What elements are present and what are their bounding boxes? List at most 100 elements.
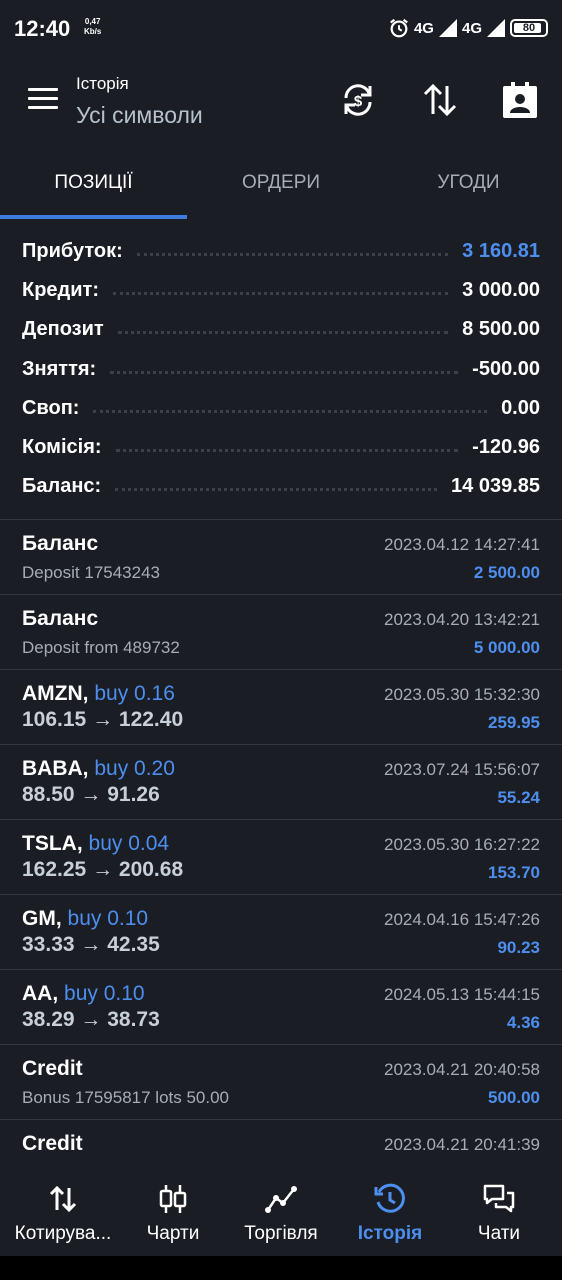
tabs: ПОЗИЦІЇ ОРДЕРИ УГОДИ — [0, 152, 562, 220]
dotted-leader — [113, 292, 449, 296]
system-navigation-bar — [0, 1256, 562, 1280]
item-date: 2023.04.21 20:41:39 — [384, 1135, 540, 1154]
sort-icon[interactable] — [420, 80, 460, 120]
list-item[interactable]: AMZN, buy 0.16 106.15 → 122.40 2023.05.3… — [0, 670, 562, 745]
item-title: GM, buy 0.10 — [22, 907, 148, 931]
candlestick-chart-icon — [156, 1182, 190, 1216]
item-symbol: GM, — [22, 907, 62, 930]
nav-item-quotes[interactable]: Котирува... — [7, 1172, 119, 1256]
summary-value: 3 000.00 — [462, 279, 540, 302]
contact-card-icon[interactable] — [500, 80, 540, 120]
menu-icon[interactable] — [28, 88, 58, 112]
nav-item-chats[interactable]: Чати — [443, 1172, 555, 1256]
item-side: buy 0.20 — [94, 757, 175, 780]
nav-label: Історія — [357, 1223, 423, 1244]
nav-item-charts[interactable]: Чарти — [117, 1172, 229, 1256]
dotted-leader — [110, 370, 459, 374]
alarm-icon — [388, 17, 410, 39]
item-amount: 5 000.00 — [473, 638, 540, 657]
nav-item-history[interactable]: Історія — [334, 1172, 446, 1256]
network-type-2: 4G — [461, 19, 482, 37]
history-clock-icon — [373, 1182, 407, 1216]
list-item[interactable]: GM, buy 0.10 33.33 → 42.35 2024.04.16 15… — [0, 895, 562, 970]
network-speed-value: 0,47 — [84, 17, 101, 26]
item-title: Credit — [22, 1057, 83, 1080]
summary-row-profit: Прибуток: 3 160.81 — [0, 232, 562, 271]
summary-value: 0.00 — [501, 396, 540, 419]
item-date: 2023.04.20 13:42:21 — [384, 610, 540, 629]
item-title: TSLA, buy 0.04 — [22, 832, 169, 856]
summary-row-deposit: Депозит 8 500.00 — [0, 310, 562, 349]
summary-label: Зняття: — [22, 357, 97, 380]
list-item[interactable]: AA, buy 0.10 38.29 → 38.73 2024.05.13 15… — [0, 970, 562, 1045]
item-title: Credit — [22, 1132, 83, 1155]
item-comment: Deposit 17543243 — [22, 563, 161, 582]
summary-panel: Прибуток: 3 160.81 Кредит: 3 000.00 Депо… — [0, 232, 562, 506]
dotted-leader — [115, 449, 459, 453]
nav-label: Торгівля — [244, 1223, 318, 1244]
app-bar: Історія Усі символи $ — [0, 58, 562, 152]
item-prices: 162.25 → 200.68 — [22, 858, 184, 881]
summary-value: 14 039.85 — [451, 475, 540, 498]
list-item[interactable]: BABA, buy 0.20 88.50 → 91.26 2023.07.24 … — [0, 745, 562, 820]
signal-icon — [486, 18, 506, 38]
item-amount: 153.70 — [488, 863, 540, 882]
dotted-leader — [93, 409, 488, 413]
item-symbol: TSLA, — [22, 832, 83, 855]
item-amount: 4.36 — [506, 1013, 540, 1032]
item-title: AMZN, buy 0.16 — [22, 682, 175, 706]
svg-text:$: $ — [354, 93, 363, 110]
summary-row-balance: Баланс: 14 039.85 — [0, 467, 562, 506]
summary-value: -500.00 — [472, 357, 540, 380]
screen: 12:40 0,47 Kb/s 4G 4G 80 Історія Усі сим… — [0, 0, 562, 1280]
battery-level: 80 — [522, 22, 536, 34]
page-subtitle: Історія — [76, 74, 129, 93]
summary-value: 8 500.00 — [462, 318, 540, 341]
item-side: buy 0.10 — [67, 907, 149, 930]
item-amount: 259.95 — [488, 713, 540, 732]
list-item[interactable]: Credit Bonus 17595817 lots 50.00 2023.04… — [0, 1045, 562, 1120]
chat-bubbles-icon — [482, 1182, 516, 1216]
nav-label: Чати — [477, 1223, 521, 1244]
trade-line-chart-icon — [264, 1182, 298, 1216]
item-comment: Deposit from 489732 — [22, 638, 180, 657]
item-prices: 38.29 → 38.73 — [22, 1008, 160, 1031]
item-date: 2024.05.13 15:44:15 — [384, 985, 540, 1004]
nav-item-trade[interactable]: Торгівля — [225, 1172, 337, 1256]
summary-label: Комісія: — [22, 436, 102, 459]
list-item[interactable]: Баланс Deposit 17543243 2023.04.12 14:27… — [0, 520, 562, 595]
history-list: Баланс Deposit 17543243 2023.04.12 14:27… — [0, 520, 562, 1195]
summary-label: Баланс: — [22, 475, 102, 498]
item-amount: 55.24 — [497, 788, 540, 807]
summary-row-swap: Своп: 0.00 — [0, 389, 562, 428]
summary-row-withdrawal: Зняття: -500.00 — [0, 350, 562, 389]
summary-row-commission: Комісія: -120.96 — [0, 428, 562, 467]
item-title: Баланс — [22, 532, 99, 555]
network-type-1: 4G — [413, 19, 434, 37]
status-time: 12:40 — [14, 16, 71, 41]
item-date: 2024.04.16 15:47:26 — [384, 910, 540, 929]
sync-currency-icon[interactable]: $ — [338, 80, 378, 120]
item-comment: Bonus 17595817 lots 50.00 — [22, 1088, 230, 1107]
item-symbol: AA, — [22, 982, 59, 1005]
item-date: 2023.07.24 15:56:07 — [384, 760, 540, 779]
bottom-navigation: Котирува... Чарти Торгівля Історія Чати — [0, 1172, 562, 1256]
tab-deals[interactable]: УГОДИ — [375, 152, 562, 214]
list-item[interactable]: TSLA, buy 0.04 162.25 → 200.68 2023.05.3… — [0, 820, 562, 895]
item-prices: 88.50 → 91.26 — [22, 783, 160, 806]
symbol-filter[interactable]: Усі символи — [76, 102, 203, 129]
network-speed-unit: Kb/s — [84, 27, 102, 36]
item-prices: 106.15 → 122.40 — [22, 708, 184, 731]
tab-positions[interactable]: ПОЗИЦІЇ — [0, 152, 187, 214]
summary-label: Прибуток: — [22, 240, 123, 263]
item-amount: 90.23 — [497, 938, 540, 957]
summary-label: Кредит: — [22, 279, 99, 302]
item-date: 2023.05.30 16:27:22 — [384, 835, 540, 854]
item-side: buy 0.04 — [88, 832, 170, 855]
list-item[interactable]: Баланс Deposit from 489732 2023.04.20 13… — [0, 595, 562, 670]
item-amount: 2 500.00 — [473, 563, 540, 582]
tab-orders[interactable]: ОРДЕРИ — [187, 152, 375, 214]
item-side: buy 0.16 — [94, 682, 175, 705]
dotted-leader — [136, 253, 449, 257]
item-amount: 500.00 — [488, 1088, 540, 1107]
